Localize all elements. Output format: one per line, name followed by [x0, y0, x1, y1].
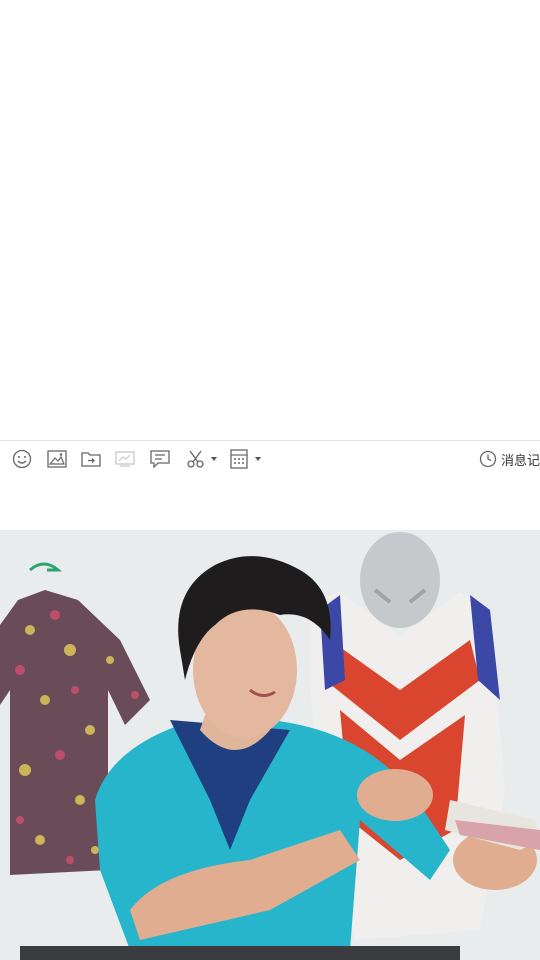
chat-message-area	[0, 0, 540, 440]
calculator-dropdown-icon[interactable]	[255, 457, 261, 461]
emoji-icon[interactable]	[11, 449, 33, 469]
image-icon[interactable]	[46, 449, 68, 469]
folder-icon[interactable]	[80, 449, 102, 469]
video-frame-photo	[0, 530, 540, 960]
calculator-icon[interactable]	[228, 449, 250, 469]
message-icon[interactable]	[149, 449, 171, 469]
scissors-icon[interactable]	[185, 449, 207, 469]
message-history-button[interactable]: 消息记	[479, 449, 540, 469]
chat-toolbar: 消息记	[0, 440, 540, 476]
clock-icon	[479, 450, 497, 468]
screen-share-icon	[114, 449, 136, 469]
message-input-area[interactable]	[0, 476, 540, 530]
scissors-dropdown-icon[interactable]	[211, 457, 217, 461]
message-history-label: 消息记	[500, 452, 540, 468]
